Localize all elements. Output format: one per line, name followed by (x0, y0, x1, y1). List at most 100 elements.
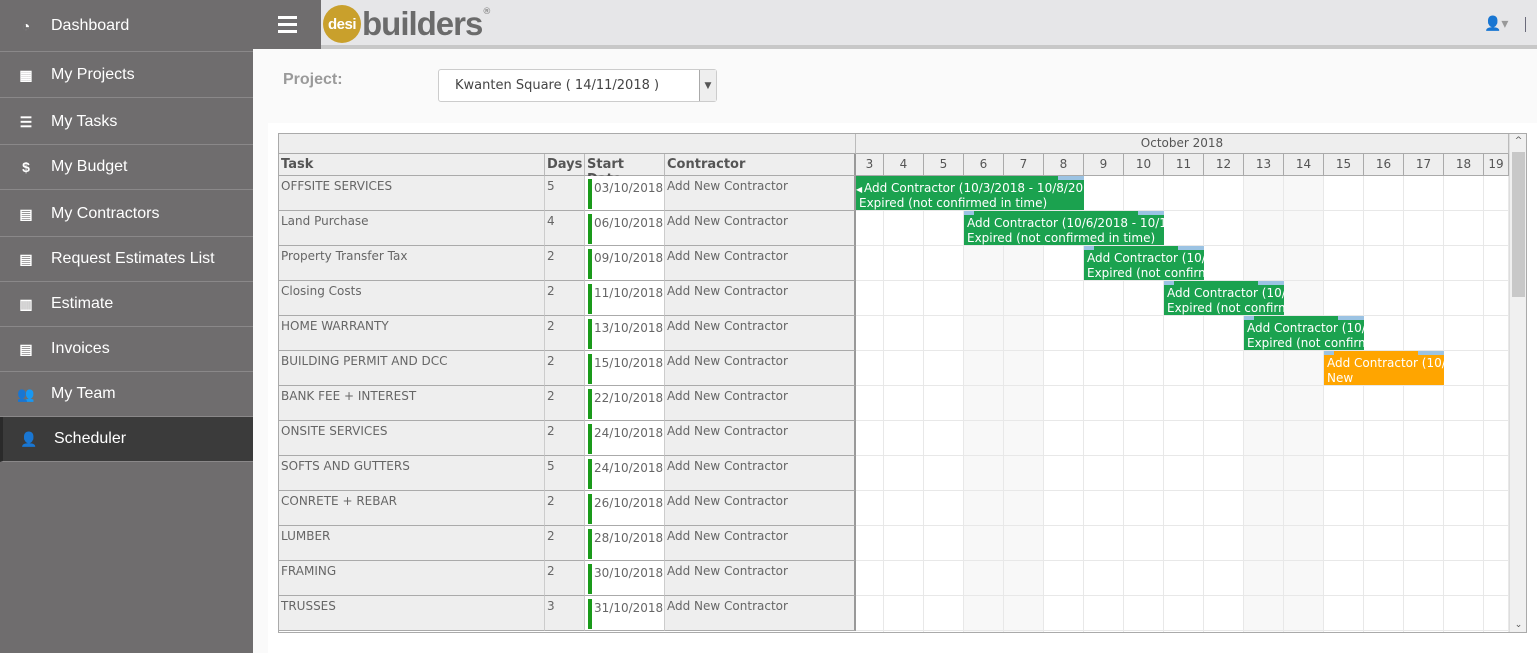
gantt-row-line (856, 630, 1509, 631)
calendar-icon: ▦ (19, 66, 33, 83)
user-dropdown-icon[interactable]: 👤▾ (1484, 16, 1508, 32)
cell-days: 5 (545, 456, 585, 491)
cell-start: 31/10/2018 (585, 596, 665, 631)
sidebar-item-invoices[interactable]: ▤ Invoices (0, 327, 253, 372)
logo-circle: desi (323, 5, 361, 43)
task-bar-expired[interactable]: Add Contractor (10/13/2018 - 10/15/2018)… (1244, 316, 1364, 350)
sidebar-item-my-tasks[interactable]: ☰ My Tasks (0, 100, 253, 145)
cell-contractor[interactable]: Add New Contractor (665, 526, 856, 561)
day-header: 18 (1444, 154, 1484, 176)
bar-end-handle[interactable] (1178, 246, 1204, 250)
table-header-spacer (279, 134, 856, 154)
cell-contractor[interactable]: Add New Contractor (665, 421, 856, 456)
cell-contractor[interactable]: Add New Contractor (665, 351, 856, 386)
task-list-icon: ☰ (19, 113, 33, 130)
cell-task: Closing Costs (279, 281, 545, 316)
task-bar-expired[interactable]: Add Contractor (10/11/2018 - 10/13/2018)… (1164, 281, 1284, 315)
cell-days: 2 (545, 351, 585, 386)
vertical-scrollbar[interactable]: ^ ⌄ (1509, 134, 1526, 632)
gantt-row-line (856, 490, 1509, 491)
cell-days: 5 (545, 176, 585, 211)
column-header-contractor[interactable]: Contractor (665, 154, 856, 176)
sidebar-item-my-contractors[interactable]: ▤ My Contractors (0, 192, 253, 237)
cell-days: 2 (545, 491, 585, 526)
bar-start-handle[interactable] (1324, 351, 1334, 355)
gantt-row-line (856, 560, 1509, 561)
bar-start-handle[interactable] (1164, 281, 1174, 285)
bar-end-handle[interactable] (1058, 176, 1084, 180)
cell-task: TRUSSES (279, 596, 545, 631)
sidebar-item-my-projects[interactable]: ▦ My Projects (0, 53, 253, 98)
sidebar-item-label: Estimate (51, 295, 114, 312)
bar-end-handle[interactable] (1338, 316, 1364, 320)
logo-word: builders (362, 5, 483, 42)
cell-contractor[interactable]: Add New Contractor (665, 491, 856, 526)
sidebar-item-request-estimates-list[interactable]: ▤ Request Estimates List (0, 237, 253, 282)
bar-end-handle[interactable] (1418, 351, 1444, 355)
cell-contractor[interactable]: Add New Contractor (665, 561, 856, 596)
cell-task: Property Transfer Tax (279, 246, 545, 281)
cell-days: 3 (545, 596, 585, 631)
cell-task: OFFSITE SERVICES (279, 176, 545, 211)
gantt-row-line (856, 595, 1509, 596)
sidebar: ◔ Dashboard ▦ My Projects ☰ My Tasks $ My Budge… (0, 0, 253, 653)
dollar-icon: $ (22, 159, 30, 175)
cell-task: FRAMING (279, 561, 545, 596)
cell-contractor[interactable]: Add New Contractor (665, 281, 856, 316)
sidebar-item-label: Dashboard (51, 16, 130, 34)
cell-start: 15/10/2018 (585, 351, 665, 386)
scrollbar-thumb[interactable] (1512, 152, 1525, 297)
day-header: 12 (1204, 154, 1244, 176)
bar-end-handle[interactable] (1258, 281, 1284, 285)
project-select-value: Kwanten Square ( 14/11/2018 ) (455, 78, 660, 93)
month-header: October 2018 (856, 134, 1509, 154)
cell-contractor[interactable]: Add New Contractor (665, 176, 856, 211)
task-bar-expired[interactable]: Add Contractor (10/6/2018 - 10/10/2018)E… (964, 211, 1164, 245)
cell-days: 2 (545, 281, 585, 316)
bar-end-handle[interactable] (1138, 211, 1164, 215)
scroll-down-icon[interactable]: ⌄ (1510, 620, 1526, 630)
sidebar-item-my-budget[interactable]: $ My Budget (0, 145, 253, 190)
invoice-icon: ▤ (19, 340, 33, 357)
chevron-down-icon[interactable]: ▼ (699, 70, 716, 101)
scroll-up-icon[interactable]: ^ (1510, 136, 1526, 146)
cell-contractor[interactable]: Add New Contractor (665, 456, 856, 491)
column-header-days[interactable]: Days (545, 154, 585, 176)
task-bar-expired[interactable]: Add Contractor (10/9/2018 - 10/11/2018)E… (1084, 246, 1204, 280)
project-label: Project: (283, 71, 343, 88)
sidebar-item-label: My Team (51, 385, 116, 402)
cell-task: BANK FEE + INTEREST (279, 386, 545, 421)
day-header: 16 (1364, 154, 1404, 176)
sidebar-item-my-team[interactable]: 👥 My Team (0, 372, 253, 417)
bar-start-handle[interactable] (1084, 246, 1094, 250)
day-header: 11 (1164, 154, 1204, 176)
hamburger-menu-button[interactable] (253, 0, 321, 49)
bar-start-handle[interactable] (1244, 316, 1254, 320)
sidebar-item-dashboard[interactable]: ◔ Dashboard (0, 0, 253, 52)
column-header-start-date[interactable]: Start Date (585, 154, 665, 187)
sidebar-item-scheduler[interactable]: 👤 Scheduler (0, 417, 253, 462)
cell-start: 30/10/2018 (585, 561, 665, 596)
cell-days: 4 (545, 211, 585, 246)
users-icon: 👥 (17, 385, 35, 402)
cell-contractor[interactable]: Add New Contractor (665, 386, 856, 421)
bar-status: Expired (not confirmed in time) (1247, 336, 1364, 350)
task-bar-expired[interactable]: Add Contractor (10/3/2018 - 10/8/2018) ◀ E… (856, 176, 1084, 210)
cell-contractor[interactable]: Add New Contractor (665, 246, 856, 281)
cell-task: ONSITE SERVICES (279, 421, 545, 456)
logo[interactable]: desi builders ® (323, 5, 491, 43)
user-clock-icon: 👤 (20, 430, 38, 447)
day-header: 3 (856, 154, 884, 176)
project-select[interactable]: Kwanten Square ( 14/11/2018 ) ▼ (438, 69, 717, 102)
cell-contractor[interactable]: Add New Contractor (665, 211, 856, 246)
cell-contractor[interactable]: Add New Contractor (665, 316, 856, 351)
bar-start-handle[interactable] (964, 211, 974, 215)
bar-title: Add Contractor (10/6/2018 - 10/10/2018) (967, 216, 1164, 230)
cell-contractor[interactable]: Add New Contractor (665, 596, 856, 631)
gantt-row-line (856, 525, 1509, 526)
day-header: 14 (1284, 154, 1324, 176)
task-bar-new[interactable]: Add Contractor (10/15/2018 - 10/17/2018)… (1324, 351, 1444, 385)
sidebar-item-estimate[interactable]: ▥ Estimate (0, 282, 253, 327)
day-header: 13 (1244, 154, 1284, 176)
column-header-task[interactable]: Task (279, 154, 545, 176)
